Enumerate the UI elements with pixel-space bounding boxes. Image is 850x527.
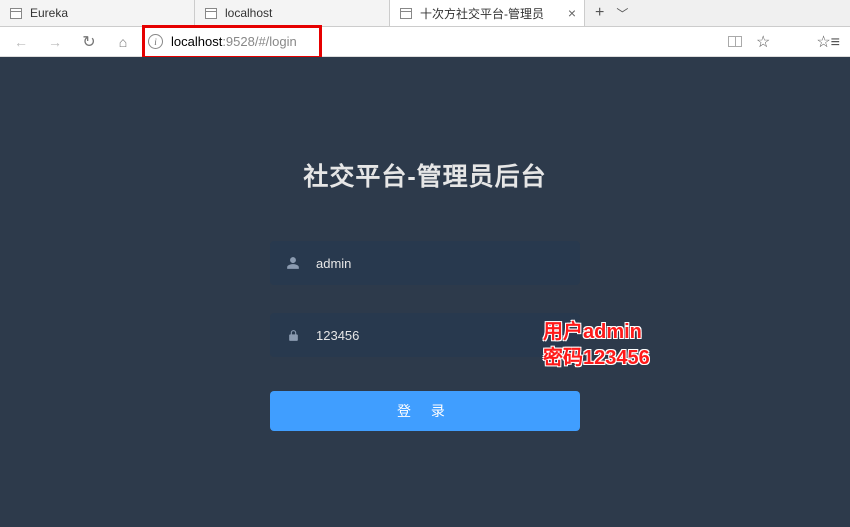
annotation-text: 用户admin 密码123456 [543, 319, 650, 371]
favorite-star-icon[interactable]: ☆ [756, 32, 770, 52]
toolbar-right: ☆ ☆≡ [728, 32, 844, 52]
favorites-list-icon[interactable]: ☆≡ [816, 32, 840, 52]
tab-label: 十次方社交平台-管理员 [420, 5, 544, 22]
reading-view-icon[interactable] [728, 36, 742, 47]
login-page: 社交平台-管理员后台 ⌣ 登 录 用户admin 密码123456 [0, 57, 850, 527]
username-input[interactable] [316, 256, 566, 271]
new-tab-button[interactable]: + [595, 4, 604, 22]
browser-tab[interactable]: localhost [195, 0, 390, 26]
login-button[interactable]: 登 录 [270, 391, 580, 431]
annotation-line: 密码123456 [543, 345, 650, 371]
username-input-wrap[interactable] [270, 241, 580, 285]
tab-page-icon [400, 8, 412, 19]
close-tab-icon[interactable]: × [568, 5, 576, 21]
forward-button[interactable]: → [40, 34, 70, 50]
tab-page-icon [10, 8, 22, 19]
refresh-button[interactable]: ↻ [74, 32, 104, 52]
tab-page-icon [205, 8, 217, 19]
browser-toolbar: ← → ↻ ⌂ i localhost:9528/#/login ☆ ☆≡ [0, 27, 850, 57]
lock-icon [284, 328, 302, 343]
home-button[interactable]: ⌂ [108, 34, 138, 50]
site-info-icon[interactable]: i [148, 34, 163, 49]
url-host: localhost [171, 34, 222, 49]
tab-controls: + ﹀ [585, 0, 638, 26]
address-bar[interactable]: i localhost:9528/#/login [142, 34, 724, 49]
browser-tab-bar: Eureka localhost 十次方社交平台-管理员 × + ﹀ [0, 0, 850, 27]
browser-tab-active[interactable]: 十次方社交平台-管理员 × [390, 0, 585, 26]
annotation-line: 用户admin [543, 319, 650, 345]
tab-label: localhost [225, 6, 272, 20]
login-form: ⌣ 登 录 [270, 241, 580, 431]
back-button[interactable]: ← [6, 34, 36, 50]
tab-list-chevron-icon[interactable]: ﹀ [616, 5, 628, 22]
password-input-wrap[interactable]: ⌣ [270, 313, 580, 357]
password-input[interactable] [316, 328, 543, 343]
user-icon [284, 256, 302, 270]
tab-label: Eureka [30, 6, 68, 20]
url-path: :9528/#/login [222, 34, 296, 49]
page-title: 社交平台-管理员后台 [303, 157, 546, 193]
url-text: localhost:9528/#/login [171, 34, 297, 49]
browser-tab[interactable]: Eureka [0, 0, 195, 26]
